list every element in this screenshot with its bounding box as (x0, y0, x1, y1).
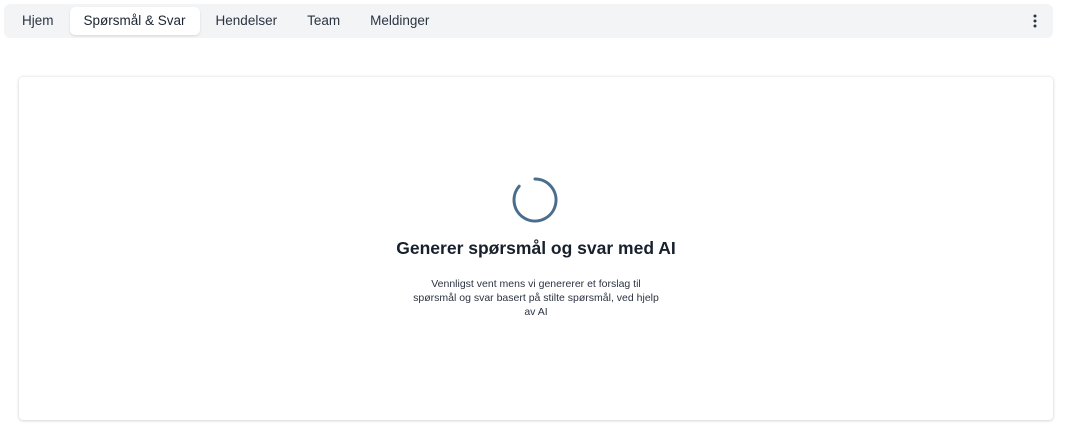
tab-hjem[interactable]: Hjem (8, 7, 68, 35)
spinner-icon (512, 177, 558, 223)
tab-list: Hjem Spørsmål & Svar Hendelser Team Meld… (8, 7, 445, 35)
tab-meldinger[interactable]: Meldinger (356, 7, 443, 35)
tab-sporsmal-svar[interactable]: Spørsmål & Svar (69, 7, 200, 35)
kebab-vertical-icon (1033, 14, 1037, 28)
tab-hendelser[interactable]: Hendelser (202, 7, 292, 35)
tab-team[interactable]: Team (293, 7, 354, 35)
top-tab-bar: Hjem Spørsmål & Svar Hendelser Team Meld… (4, 4, 1053, 38)
loading-card: Generer spørsmål og svar med AI Vennligs… (19, 77, 1053, 420)
more-options-button[interactable] (1025, 10, 1045, 32)
loading-description: Vennligst vent mens vi genererer et fors… (413, 278, 659, 318)
loading-title: Generer spørsmål og svar med AI (396, 238, 676, 258)
